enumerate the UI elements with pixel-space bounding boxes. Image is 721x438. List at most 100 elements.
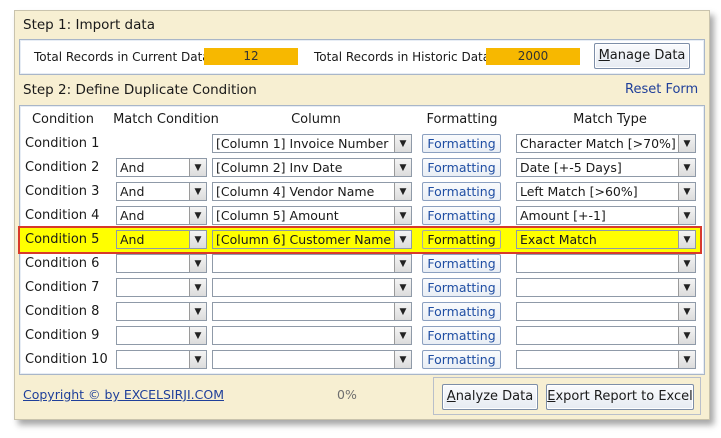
match-type-select[interactable]: Character Match [>70%] ▼ <box>516 134 696 153</box>
chevron-down-icon[interactable]: ▼ <box>189 351 206 368</box>
column-select[interactable]: [Column 6] Customer Name ▼ <box>212 230 412 249</box>
condition-row: Condition 6 ▼ ▼ Formatting ▼ <box>20 252 700 276</box>
chevron-down-icon[interactable]: ▼ <box>394 135 411 152</box>
chevron-down-icon[interactable]: ▼ <box>678 327 695 344</box>
match-type-select[interactable]: ▼ <box>516 350 696 369</box>
formatting-button[interactable]: Formatting <box>422 278 501 297</box>
analyze-data-button[interactable]: Analyze Data <box>442 384 538 410</box>
chevron-down-icon[interactable]: ▼ <box>189 231 206 248</box>
condition-row: Condition 7 ▼ ▼ Formatting ▼ <box>20 276 700 300</box>
chevron-down-icon[interactable]: ▼ <box>189 279 206 296</box>
chevron-down-icon[interactable]: ▼ <box>189 303 206 320</box>
condition-label: Condition 4 <box>25 208 100 223</box>
chevron-down-icon[interactable]: ▼ <box>394 303 411 320</box>
match-type-select[interactable]: Exact Match ▼ <box>516 230 696 249</box>
condition-label: Condition 6 <box>25 256 100 271</box>
header-match-condition: Match Condition <box>113 112 219 127</box>
analyze-data-label: Analyze Data <box>446 389 534 404</box>
import-panel: Total Records in Current Data: 12 Total … <box>19 39 705 75</box>
chevron-down-icon[interactable]: ▼ <box>394 279 411 296</box>
match-condition-select[interactable]: And ▼ <box>116 182 207 201</box>
chevron-down-icon[interactable]: ▼ <box>394 159 411 176</box>
column-select[interactable]: [Column 5] Amount ▼ <box>212 206 412 225</box>
chevron-down-icon[interactable]: ▼ <box>678 135 695 152</box>
chevron-down-icon[interactable]: ▼ <box>189 255 206 272</box>
formatting-button[interactable]: Formatting <box>422 302 501 321</box>
match-type-select-value: Left Match [>60%] <box>520 184 638 199</box>
column-select[interactable]: [Column 1] Invoice Number ▼ <box>212 134 412 153</box>
copyright-link[interactable]: Copyright © by EXCELSIRJI.COM <box>23 387 224 402</box>
match-type-select[interactable]: ▼ <box>516 326 696 345</box>
match-condition-select[interactable]: And ▼ <box>116 206 207 225</box>
condition-label: Condition 3 <box>25 184 100 199</box>
match-type-select[interactable]: ▼ <box>516 302 696 321</box>
chevron-down-icon[interactable]: ▼ <box>189 327 206 344</box>
chevron-down-icon[interactable]: ▼ <box>678 207 695 224</box>
match-condition-select[interactable]: And ▼ <box>116 230 207 249</box>
match-condition-select-value: And <box>120 232 145 247</box>
match-type-select[interactable]: ▼ <box>516 254 696 273</box>
formatting-button[interactable]: Formatting <box>422 206 501 225</box>
condition-row: Condition 1 [Column 1] Invoice Number ▼ For… <box>20 132 700 156</box>
column-select[interactable]: ▼ <box>212 254 412 273</box>
column-select[interactable]: ▼ <box>212 350 412 369</box>
header-column: Column <box>291 112 341 127</box>
column-select[interactable]: ▼ <box>212 326 412 345</box>
match-type-select[interactable]: Left Match [>60%] ▼ <box>516 182 696 201</box>
match-type-select[interactable]: Amount [+-1] ▼ <box>516 206 696 225</box>
formatting-button[interactable]: Formatting <box>422 230 501 249</box>
current-records-value: 12 <box>204 48 298 65</box>
match-condition-select[interactable]: ▼ <box>116 278 207 297</box>
formatting-button[interactable]: Formatting <box>422 182 501 201</box>
chevron-down-icon[interactable]: ▼ <box>678 255 695 272</box>
chevron-down-icon[interactable]: ▼ <box>189 207 206 224</box>
match-type-select-value: Character Match [>70%] <box>520 136 676 151</box>
chevron-down-icon[interactable]: ▼ <box>678 351 695 368</box>
chevron-down-icon[interactable]: ▼ <box>394 183 411 200</box>
conditions-panel: Condition Match Condition Column Formatt… <box>19 105 705 375</box>
column-select[interactable]: [Column 2] Inv Date ▼ <box>212 158 412 177</box>
chevron-down-icon[interactable]: ▼ <box>678 231 695 248</box>
chevron-down-icon[interactable]: ▼ <box>189 159 206 176</box>
match-condition-select[interactable]: ▼ <box>116 254 207 273</box>
chevron-down-icon[interactable]: ▼ <box>678 183 695 200</box>
match-type-select[interactable]: ▼ <box>516 278 696 297</box>
chevron-down-icon[interactable]: ▼ <box>394 207 411 224</box>
chevron-down-icon[interactable]: ▼ <box>678 303 695 320</box>
export-report-button[interactable]: Export Report to Excel <box>546 384 694 410</box>
chevron-down-icon[interactable]: ▼ <box>678 279 695 296</box>
reset-form-link[interactable]: Reset Form <box>625 82 698 97</box>
condition-row: Condition 10 ▼ ▼ Formatting ▼ <box>20 348 700 372</box>
condition-label: Condition 10 <box>25 352 108 367</box>
match-condition-select[interactable]: ▼ <box>116 302 207 321</box>
formatting-button[interactable]: Formatting <box>422 134 501 153</box>
chevron-down-icon[interactable]: ▼ <box>394 231 411 248</box>
chevron-down-icon[interactable]: ▼ <box>394 351 411 368</box>
match-type-select[interactable]: Date [+-5 Days] ▼ <box>516 158 696 177</box>
condition-row: Condition 4 And ▼ [Column 5] Amount ▼ Formatt… <box>20 204 700 228</box>
chevron-down-icon[interactable]: ▼ <box>678 159 695 176</box>
manage-data-button[interactable]: Manage Data <box>594 43 690 69</box>
column-select[interactable]: ▼ <box>212 278 412 297</box>
condition-label: Condition 8 <box>25 304 100 319</box>
formatting-button[interactable]: Formatting <box>422 158 501 177</box>
condition-label: Condition 7 <box>25 280 100 295</box>
import-duplicate-form: Step 1: Import data Total Records in Cur… <box>14 10 710 420</box>
formatting-button[interactable]: Formatting <box>422 350 501 369</box>
match-condition-select[interactable]: ▼ <box>116 326 207 345</box>
step2-title: Step 2: Define Duplicate Condition <box>23 82 257 98</box>
column-select[interactable]: ▼ <box>212 302 412 321</box>
condition-label: Condition 2 <box>25 160 100 175</box>
match-condition-select[interactable]: And ▼ <box>116 158 207 177</box>
formatting-button[interactable]: Formatting <box>422 254 501 273</box>
chevron-down-icon[interactable]: ▼ <box>189 183 206 200</box>
chevron-down-icon[interactable]: ▼ <box>394 255 411 272</box>
formatting-button[interactable]: Formatting <box>422 326 501 345</box>
match-condition-select[interactable]: ▼ <box>116 350 207 369</box>
match-type-select-value: Exact Match <box>520 232 597 247</box>
condition-row: Condition 8 ▼ ▼ Formatting ▼ <box>20 300 700 324</box>
chevron-down-icon[interactable]: ▼ <box>394 327 411 344</box>
condition-row: Condition 9 ▼ ▼ Formatting ▼ <box>20 324 700 348</box>
condition-row: Condition 2 And ▼ [Column 2] Inv Date ▼ Forma… <box>20 156 700 180</box>
column-select[interactable]: [Column 4] Vendor Name ▼ <box>212 182 412 201</box>
